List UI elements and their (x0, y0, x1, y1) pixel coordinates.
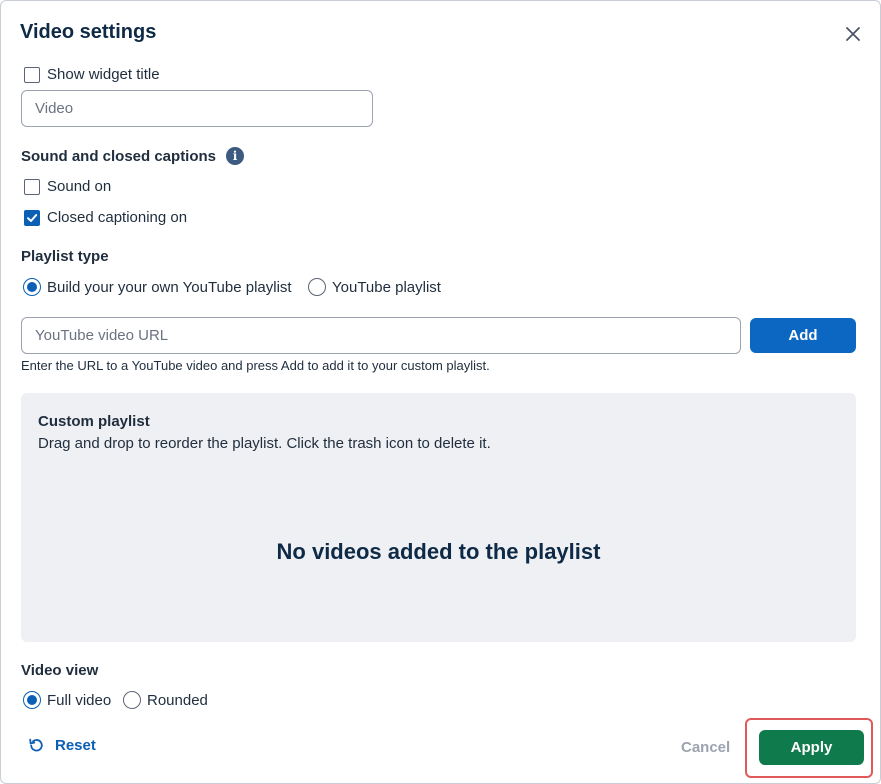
widget-title-input[interactable]: Video (21, 90, 373, 127)
custom-playlist-title: Custom playlist (38, 413, 150, 430)
playlist-type-custom-radio[interactable] (23, 278, 41, 296)
check-icon (27, 213, 38, 222)
reset-button[interactable]: Reset (28, 737, 96, 754)
playlist-type-custom-option[interactable]: Build your your own YouTube playlist (23, 278, 292, 296)
custom-playlist-panel: Custom playlist Drag and drop to reorder… (21, 393, 856, 642)
playlist-type-youtube-option[interactable]: YouTube playlist (308, 278, 441, 296)
url-hint-text: Enter the URL to a YouTube video and pre… (21, 358, 490, 373)
video-view-rounded-option[interactable]: Rounded (123, 691, 208, 709)
video-settings-dialog: Video settings Show widget title Video S… (0, 0, 881, 784)
cancel-button[interactable]: Cancel (681, 739, 730, 756)
close-icon (846, 27, 860, 41)
reset-label: Reset (55, 737, 96, 754)
video-view-full-radio[interactable] (23, 691, 41, 709)
sound-section-header: Sound and closed captions i (21, 147, 245, 165)
sound-section-label: Sound and closed captions (21, 147, 217, 165)
youtube-url-input[interactable]: YouTube video URL (21, 317, 741, 354)
sound-on-option[interactable]: Sound on (24, 178, 111, 195)
playlist-type-youtube-radio[interactable] (308, 278, 326, 296)
dialog-title: Video settings (20, 21, 157, 43)
show-widget-title-checkbox[interactable] (24, 66, 40, 83)
reset-icon (29, 738, 43, 752)
video-view-full-option[interactable]: Full video (23, 691, 111, 709)
widget-title-input-value: Video (35, 100, 74, 117)
youtube-url-placeholder: YouTube video URL (35, 327, 169, 344)
sound-on-label: Sound on (47, 178, 112, 195)
video-view-full-label: Full video (47, 691, 112, 709)
video-view-rounded-radio[interactable] (123, 691, 141, 709)
show-widget-title-option[interactable]: Show widget title (24, 66, 160, 83)
closed-captions-label: Closed captioning on (47, 209, 188, 226)
closed-captions-checkbox[interactable] (24, 209, 40, 226)
sound-on-checkbox[interactable] (24, 178, 40, 195)
closed-captions-option[interactable]: Closed captioning on (24, 209, 187, 226)
show-widget-title-label: Show widget title (47, 66, 160, 83)
add-video-button[interactable]: Add (750, 318, 856, 353)
empty-playlist-message: No videos added to the playlist (276, 539, 601, 564)
video-view-rounded-label: Rounded (147, 691, 208, 709)
apply-button[interactable]: Apply (759, 730, 864, 765)
custom-playlist-subtitle: Drag and drop to reorder the playlist. C… (38, 435, 491, 452)
playlist-type-label: Playlist type (21, 248, 109, 265)
playlist-type-youtube-label: YouTube playlist (332, 278, 441, 296)
video-view-label: Video view (21, 662, 99, 679)
playlist-type-custom-label: Build your your own YouTube playlist (47, 278, 292, 296)
info-icon[interactable]: i (226, 147, 245, 165)
close-button[interactable] (841, 22, 865, 46)
